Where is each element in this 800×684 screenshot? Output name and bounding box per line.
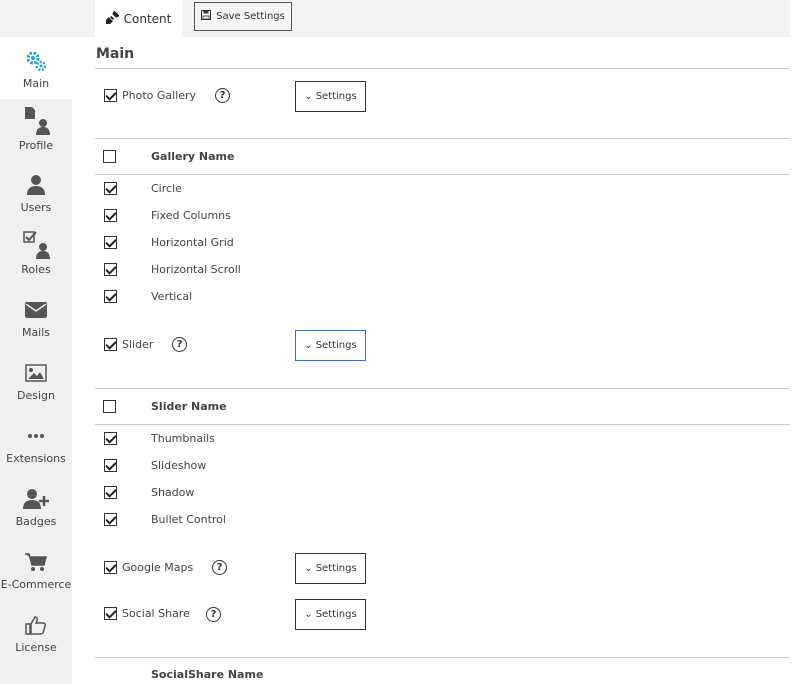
sidebar-item-users[interactable]: Users (0, 161, 72, 223)
gallery-row-label: Horizontal Grid (151, 236, 234, 249)
slider-label: Slider (122, 338, 154, 351)
gallery-row-checkbox[interactable] (104, 290, 117, 303)
sidebar-item-label: Profile (18, 139, 54, 152)
google-maps-help-icon[interactable]: ? (212, 560, 227, 575)
gears-icon (0, 49, 72, 73)
social-share-settings-button[interactable]: ⌄ Settings (295, 599, 366, 630)
sidebar-item-badges[interactable]: Badges (0, 475, 72, 537)
settings-label: Settings (315, 91, 357, 102)
sidebar-item-label: Users (20, 201, 52, 214)
gallery-row-label: Vertical (151, 290, 193, 303)
divider (95, 657, 790, 658)
google-maps-settings-button[interactable]: ⌄ Settings (295, 553, 366, 584)
social-share-checkbox[interactable] (104, 607, 117, 620)
google-maps-label: Google Maps (122, 561, 194, 574)
top-tab-bar: Content Save Settings (0, 0, 790, 37)
social-share-label: Social Share (122, 607, 190, 620)
slider-row-label: Thumbnails (151, 432, 215, 445)
sidebar: Main Profile Users Roles Mails Design Ex… (0, 37, 72, 684)
tab-content-label: Content (123, 11, 172, 26)
sidebar-item-label: E-Commerce (0, 578, 72, 591)
sidebar-item-label: Main (22, 77, 50, 90)
sidebar-item-label: License (15, 641, 57, 654)
sidebar-item-label: Roles (21, 263, 51, 276)
slider-row-label: Shadow (151, 486, 195, 499)
gallery-row-checkbox[interactable] (104, 236, 117, 249)
social-share-help-icon[interactable]: ? (206, 607, 221, 622)
sidebar-item-mails[interactable]: Mails (0, 286, 72, 348)
socialshare-name-header: SocialShare Name (151, 668, 264, 681)
sidebar-item-main[interactable]: Main (0, 37, 72, 99)
slider-row-checkbox[interactable] (104, 432, 117, 445)
slider-checkbox[interactable] (104, 338, 117, 351)
slider-row-checkbox[interactable] (104, 486, 117, 499)
slider-row-label: Bullet Control (151, 513, 226, 526)
sidebar-item-label: Extensions (6, 452, 66, 465)
ellipsis-icon (0, 424, 72, 448)
settings-label: Settings (315, 609, 357, 620)
chevron-down-icon: ⌄ (304, 609, 313, 620)
gallery-select-all-checkbox[interactable] (103, 150, 116, 163)
divider (95, 388, 790, 389)
envelope-icon (0, 298, 72, 322)
gallery-row-checkbox[interactable] (104, 182, 117, 195)
gallery-row-label: Horizontal Scroll (151, 263, 241, 276)
chevron-down-icon: ⌄ (304, 91, 313, 102)
sidebar-item-profile[interactable]: Profile (0, 99, 72, 161)
slider-row-checkbox[interactable] (104, 513, 117, 526)
gallery-row-label: Fixed Columns (151, 209, 231, 222)
photo-gallery-help-icon[interactable]: ? (215, 88, 230, 103)
divider (95, 68, 790, 69)
sidebar-item-label: Badges (15, 515, 57, 528)
sidebar-item-design[interactable]: Design (0, 349, 72, 411)
sidebar-item-license[interactable]: License (0, 601, 72, 663)
sidebar-item-roles[interactable]: Roles (0, 223, 72, 285)
sidebar-item-extensions[interactable]: Extensions (0, 412, 72, 474)
user-icon (0, 173, 72, 197)
plug-icon (105, 9, 120, 27)
profile-icon (0, 105, 72, 135)
photo-gallery-settings-button[interactable]: ⌄ Settings (295, 81, 366, 112)
google-maps-checkbox[interactable] (104, 561, 117, 574)
image-icon (0, 361, 72, 385)
sidebar-item-e-commerce[interactable]: E-Commerce (0, 538, 72, 600)
chevron-down-icon: ⌄ (304, 340, 313, 351)
photo-gallery-checkbox[interactable] (104, 89, 117, 102)
slider-row-checkbox[interactable] (104, 459, 117, 472)
gallery-row-label: Circle (151, 182, 182, 195)
tab-content[interactable]: Content (95, 0, 182, 37)
gallery-row-checkbox[interactable] (104, 263, 117, 276)
user-plus-icon (0, 487, 72, 511)
slider-select-all-checkbox[interactable] (103, 400, 116, 413)
gallery-row-checkbox[interactable] (104, 209, 117, 222)
divider (95, 424, 790, 425)
slider-settings-button[interactable]: ⌄ Settings (295, 330, 366, 361)
save-settings-button[interactable]: Save Settings (194, 2, 292, 31)
settings-label: Settings (315, 563, 357, 574)
cart-icon (0, 550, 72, 574)
photo-gallery-label: Photo Gallery (122, 89, 197, 102)
slider-name-header: Slider Name (151, 400, 227, 413)
sidebar-item-label: Design (17, 389, 55, 402)
page-title: Main (96, 46, 135, 62)
roles-icon (0, 229, 72, 259)
slider-help-icon[interactable]: ? (172, 337, 187, 352)
gallery-name-header: Gallery Name (151, 150, 235, 163)
sidebar-item-label: Mails (21, 326, 51, 339)
settings-label: Settings (315, 340, 357, 351)
save-settings-label: Save Settings (216, 11, 285, 22)
slider-row-label: Slideshow (151, 459, 207, 472)
thumbs-up-icon (0, 613, 72, 637)
chevron-down-icon: ⌄ (304, 563, 313, 574)
divider (95, 138, 790, 139)
floppy-disk-icon (201, 10, 212, 23)
divider (95, 174, 790, 175)
